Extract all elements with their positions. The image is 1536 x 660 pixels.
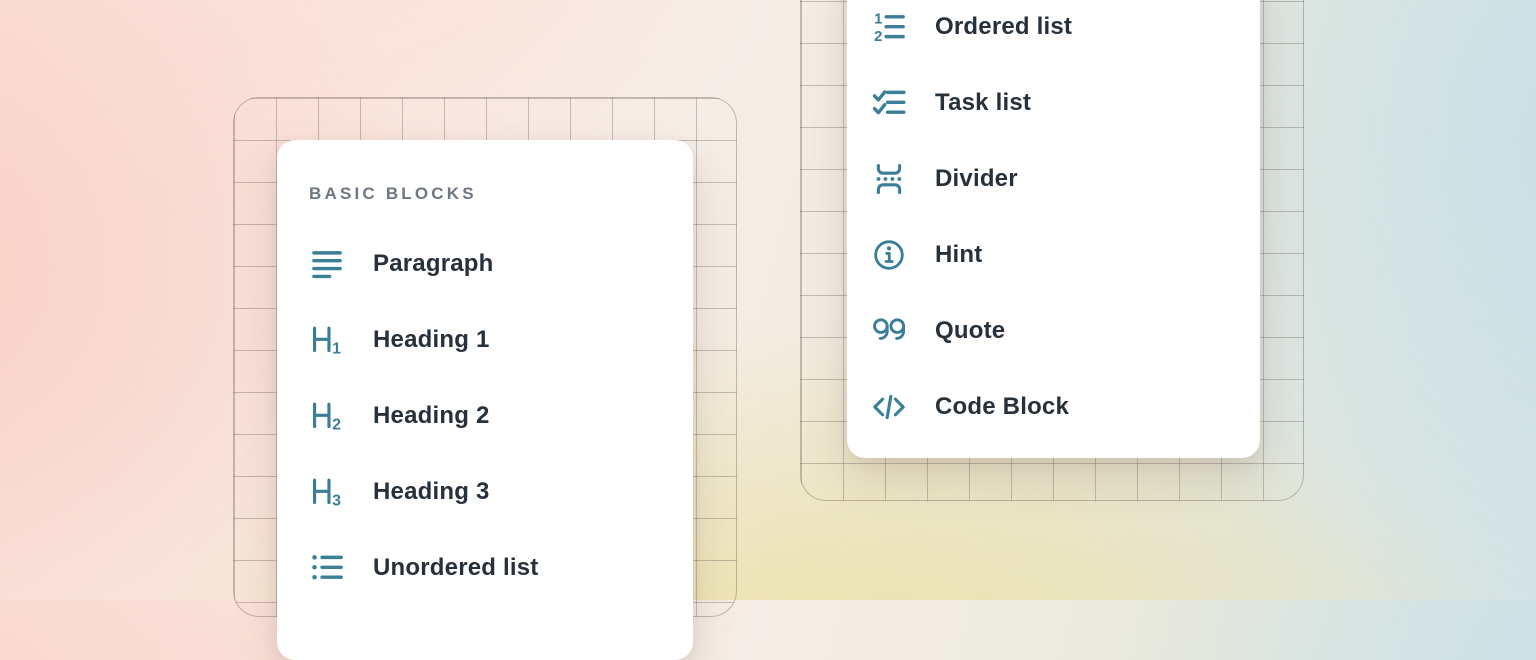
insert-blocks-list: 1 2 Ordered list Task list Divider Hint … [847,0,1260,445]
heading-3-icon: 3 [309,474,345,510]
code-block-icon [871,389,907,425]
svg-text:3: 3 [332,493,341,509]
paragraph-icon [309,246,345,282]
menu-item-heading-3[interactable]: 3 Heading 3 [309,454,693,530]
basic-blocks-menu: BASIC BLOCKS Paragraph 1 Heading 1 2 Headi… [277,140,693,660]
svg-text:1: 1 [874,12,882,28]
menu-item-ordered-list[interactable]: 1 2 Ordered list [871,0,1260,65]
svg-text:2: 2 [874,29,882,44]
menu-item-hint[interactable]: Hint [871,217,1260,293]
menu-item-label: Hint [935,241,982,269]
insert-blocks-menu: 1 2 Ordered list Task list Divider Hint … [847,0,1260,458]
section-label: BASIC BLOCKS [309,184,477,204]
menu-item-label: Heading 1 [373,326,490,354]
basic-blocks-list: Paragraph 1 Heading 1 2 Heading 2 3 Heading… [277,226,693,606]
menu-item-quote[interactable]: Quote [871,293,1260,369]
menu-item-label: Ordered list [935,13,1072,41]
menu-item-task-list[interactable]: Task list [871,65,1260,141]
heading-2-icon: 2 [309,398,345,434]
unordered-list-icon [309,550,345,586]
menu-item-unordered-list[interactable]: Unordered list [309,530,693,606]
menu-item-paragraph[interactable]: Paragraph [309,226,693,302]
menu-item-label: Task list [935,89,1031,117]
task-list-icon [871,85,907,121]
svg-text:1: 1 [332,341,341,357]
svg-text:2: 2 [332,417,341,433]
menu-item-label: Code Block [935,393,1069,421]
menu-item-heading-2[interactable]: 2 Heading 2 [309,378,693,454]
divider-icon [871,161,907,197]
menu-item-label: Heading 3 [373,478,490,506]
menu-item-label: Paragraph [373,250,494,278]
menu-item-heading-1[interactable]: 1 Heading 1 [309,302,693,378]
hint-icon [871,237,907,273]
menu-item-label: Heading 2 [373,402,490,430]
menu-item-label: Unordered list [373,554,539,582]
heading-1-icon: 1 [309,322,345,358]
menu-item-code-block[interactable]: Code Block [871,369,1260,445]
quote-icon [871,313,907,349]
menu-item-divider[interactable]: Divider [871,141,1260,217]
ordered-list-icon: 1 2 [871,9,907,45]
menu-item-label: Quote [935,317,1005,345]
menu-item-label: Divider [935,165,1018,193]
